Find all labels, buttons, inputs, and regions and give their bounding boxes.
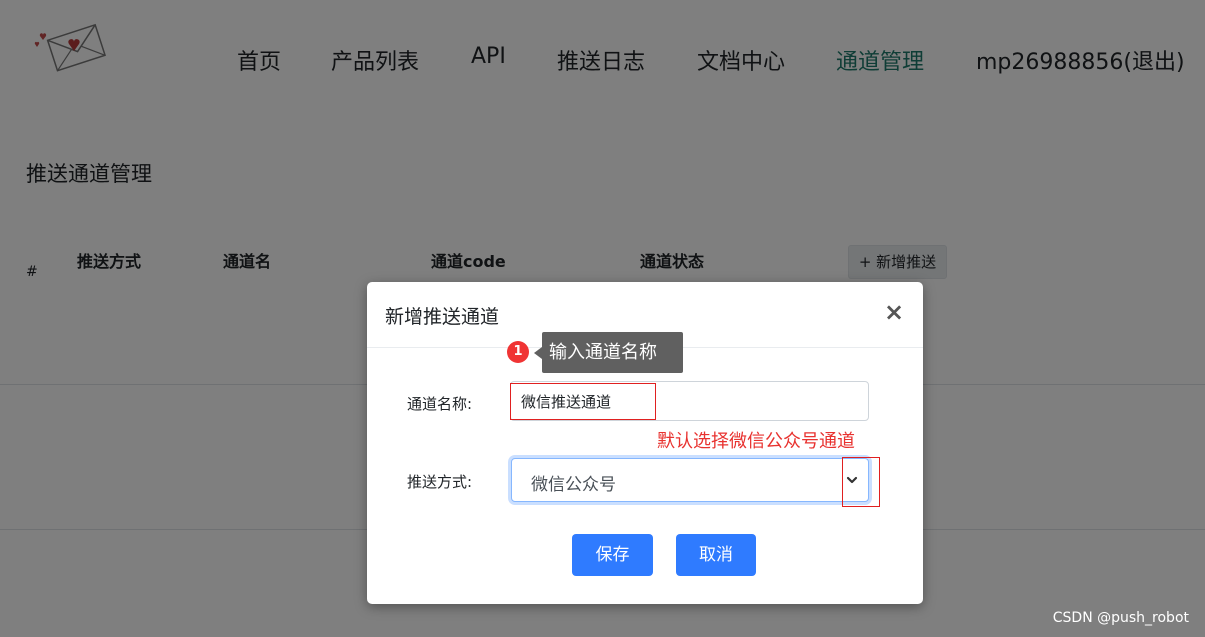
watermark: CSDN @push_robot: [1052, 610, 1189, 626]
tooltip-arrow: [534, 347, 542, 359]
tooltip: 输入通道名称: [542, 332, 683, 373]
highlight-box-dropdown: [842, 457, 880, 507]
push-method-selected-value: 微信公众号: [531, 475, 616, 495]
push-method-select[interactable]: 微信公众号: [511, 458, 869, 502]
close-icon[interactable]: ×: [883, 300, 905, 324]
save-button[interactable]: 保存: [572, 534, 653, 576]
annotation-note: 默认选择微信公众号通道: [657, 431, 855, 452]
push-method-label: 推送方式:: [407, 473, 473, 491]
cancel-button[interactable]: 取消: [676, 534, 756, 576]
channel-name-label: 通道名称:: [407, 395, 473, 413]
step-badge: 1: [507, 341, 529, 363]
highlight-box-channel-name: [510, 383, 656, 420]
modal-title: 新增推送通道: [385, 306, 500, 328]
